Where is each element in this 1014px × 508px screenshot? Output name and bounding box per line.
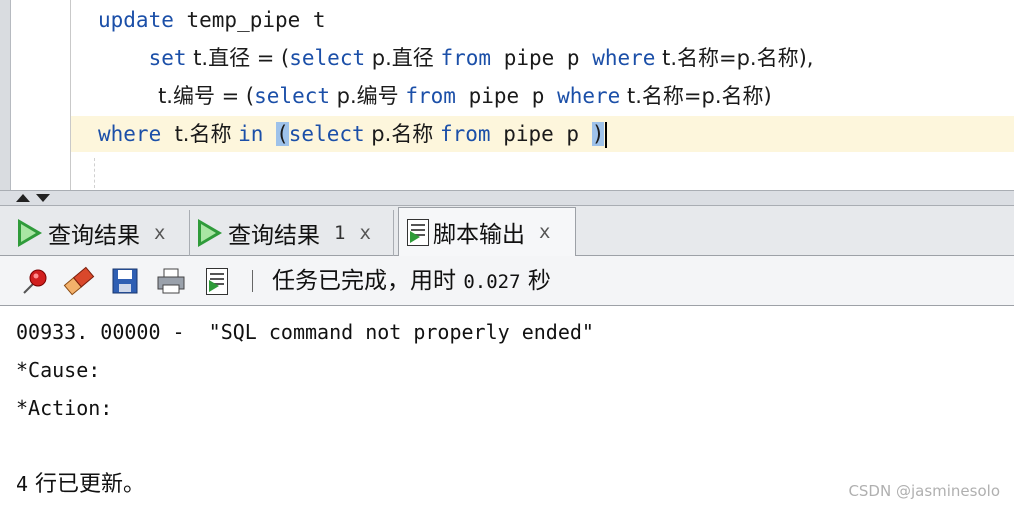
code-text: p.直径: [365, 46, 441, 70]
run-triangle-icon: [198, 219, 222, 247]
status-time: 0.027: [463, 271, 521, 293]
code-text: p.编号: [330, 84, 406, 108]
script-output-icon: [206, 267, 228, 295]
output-action-line: *Action:: [16, 396, 113, 420]
output-rows-updated-line: 4 行已更新。: [16, 465, 145, 503]
print-icon: [157, 268, 185, 294]
code-text: pipe p: [490, 122, 592, 146]
keyword: where: [557, 84, 621, 108]
code-line-4-current[interactable]: where t.名称 in (select p.名称 from pipe p ): [71, 116, 1014, 152]
tab-query-result-1[interactable]: 查询结果 1 x: [194, 210, 394, 256]
status-prefix: 任务已完成，用时: [272, 268, 464, 294]
output-error-line: 00933. 00000 - "SQL command not properly…: [16, 320, 594, 344]
output-cause-line: *Cause:: [16, 358, 101, 382]
print-button[interactable]: [154, 264, 188, 298]
close-icon[interactable]: x: [154, 222, 165, 244]
run-triangle-icon: [18, 219, 42, 247]
keyword: from: [440, 46, 492, 70]
code-text: temp_pipe t: [173, 8, 326, 32]
code-line-2[interactable]: set t.直径 = (select p.直径 from pipe p wher…: [98, 40, 814, 76]
watermark: CSDN @jasminesolo: [848, 482, 1000, 500]
tab-script-output[interactable]: 脚本输出 x: [398, 207, 576, 256]
bracket-match-open: (: [276, 122, 289, 146]
toolbar-separator: [252, 270, 253, 292]
keyword: update: [98, 8, 174, 32]
keyword: from: [439, 122, 491, 146]
code-text: t.名称=p.名称): [620, 84, 772, 108]
arrow-up-icon[interactable]: [16, 194, 30, 202]
keyword: select: [254, 84, 330, 108]
status-suffix: 秒: [520, 268, 551, 294]
script-output-icon: [407, 218, 429, 246]
keyword: in: [238, 122, 264, 146]
keyword: select: [288, 122, 365, 146]
task-status: 任务已完成，用时 0.027 秒: [272, 256, 551, 306]
code-text: pipe p: [455, 84, 558, 108]
panel-splitter[interactable]: [0, 190, 1014, 206]
keyword: from: [405, 84, 456, 108]
tab-label: 查询结果: [228, 223, 320, 249]
save-icon: [112, 268, 138, 294]
rows-count: 4: [16, 472, 29, 496]
indent-guide: [94, 158, 95, 188]
code-text: t.直径 = (: [186, 46, 290, 70]
tab-query-result[interactable]: 查询结果 x: [14, 210, 190, 256]
editor-margin-line: [70, 0, 71, 190]
results-tab-bar: 查询结果 x 查询结果 1 x 脚本输出 x: [0, 206, 1014, 256]
rows-updated-text: 行已更新。: [28, 472, 146, 497]
close-icon[interactable]: x: [539, 221, 550, 243]
tab-label: 查询结果: [48, 223, 140, 249]
code-line-3[interactable]: t.编号 = (select p.编号 from pipe p where t.…: [98, 78, 772, 114]
save-script-output-button[interactable]: [200, 264, 234, 298]
code-text: t.名称: [161, 122, 239, 146]
eraser-icon: [63, 266, 95, 296]
output-toolbar: 任务已完成，用时 0.027 秒: [0, 256, 1014, 306]
tab-number: 1: [334, 222, 346, 244]
editor-fold-margin: [11, 0, 69, 190]
code-text: pipe p: [491, 46, 593, 70]
tab-label: 脚本输出: [433, 222, 525, 248]
keyword: select: [289, 46, 366, 70]
keyword: where: [592, 46, 656, 70]
code-line-1[interactable]: update temp_pipe t: [98, 2, 326, 38]
keyword: where: [98, 122, 162, 146]
editor-gutter: [0, 0, 11, 190]
text-caret: [605, 122, 608, 148]
arrow-down-icon[interactable]: [36, 194, 50, 202]
code-text: p.名称: [364, 122, 440, 146]
code-text: t.名称=p.名称),: [655, 46, 814, 70]
script-output-area[interactable]: 00933. 00000 - "SQL command not properly…: [0, 306, 1014, 508]
sql-editor[interactable]: update temp_pipe t set t.直径 = (select p.…: [0, 0, 1014, 190]
save-button[interactable]: [108, 264, 142, 298]
close-icon[interactable]: x: [359, 222, 370, 244]
pin-icon: [23, 269, 47, 294]
keyword: set: [98, 46, 187, 70]
clear-button[interactable]: [62, 264, 96, 298]
bracket-match-close: ): [591, 122, 605, 146]
pin-button[interactable]: [18, 264, 52, 298]
code-text: t.编号 = (: [98, 84, 255, 108]
